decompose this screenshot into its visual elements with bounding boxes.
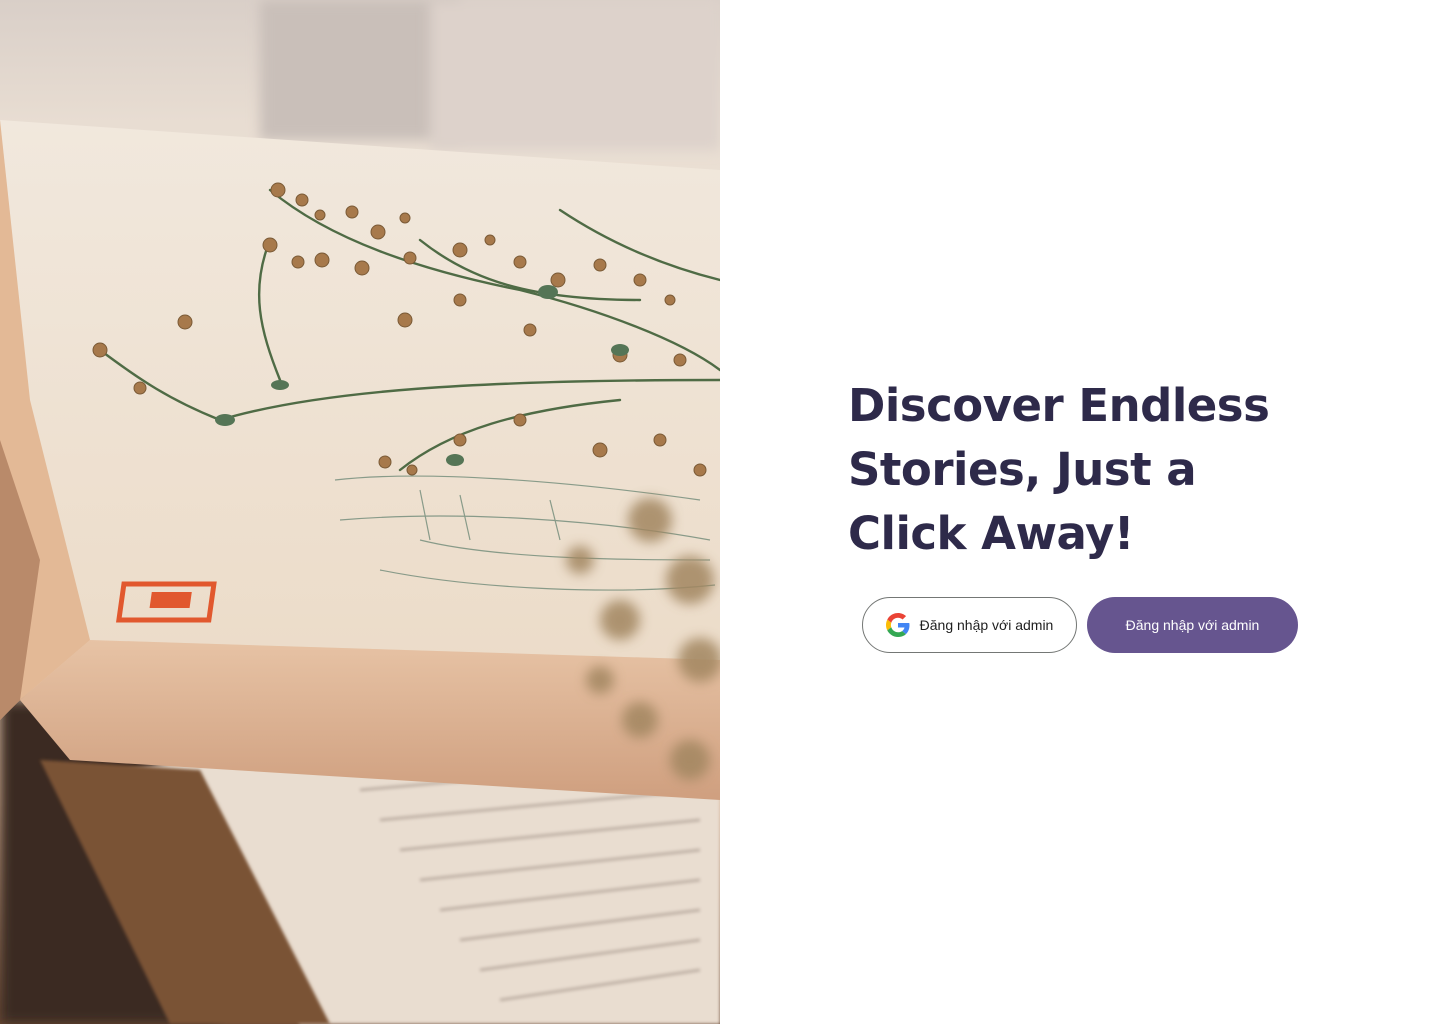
login-actions: Đăng nhập với admin Đăng nhập với admin bbox=[862, 597, 1298, 653]
content-panel: Discover Endless Stories, Just a Click A… bbox=[720, 0, 1440, 1024]
google-login-button[interactable]: Đăng nhập với admin bbox=[862, 597, 1077, 653]
page-headline: Discover Endless Stories, Just a Click A… bbox=[848, 379, 1270, 560]
google-icon bbox=[885, 613, 910, 637]
login-page: Discover Endless Stories, Just a Click A… bbox=[0, 0, 1440, 1024]
hero-image bbox=[0, 0, 720, 1024]
admin-login-button[interactable]: Đăng nhập với admin bbox=[1087, 597, 1298, 653]
book-flowers-illustration bbox=[0, 0, 720, 1024]
google-login-label: Đăng nhập với admin bbox=[919, 617, 1054, 633]
